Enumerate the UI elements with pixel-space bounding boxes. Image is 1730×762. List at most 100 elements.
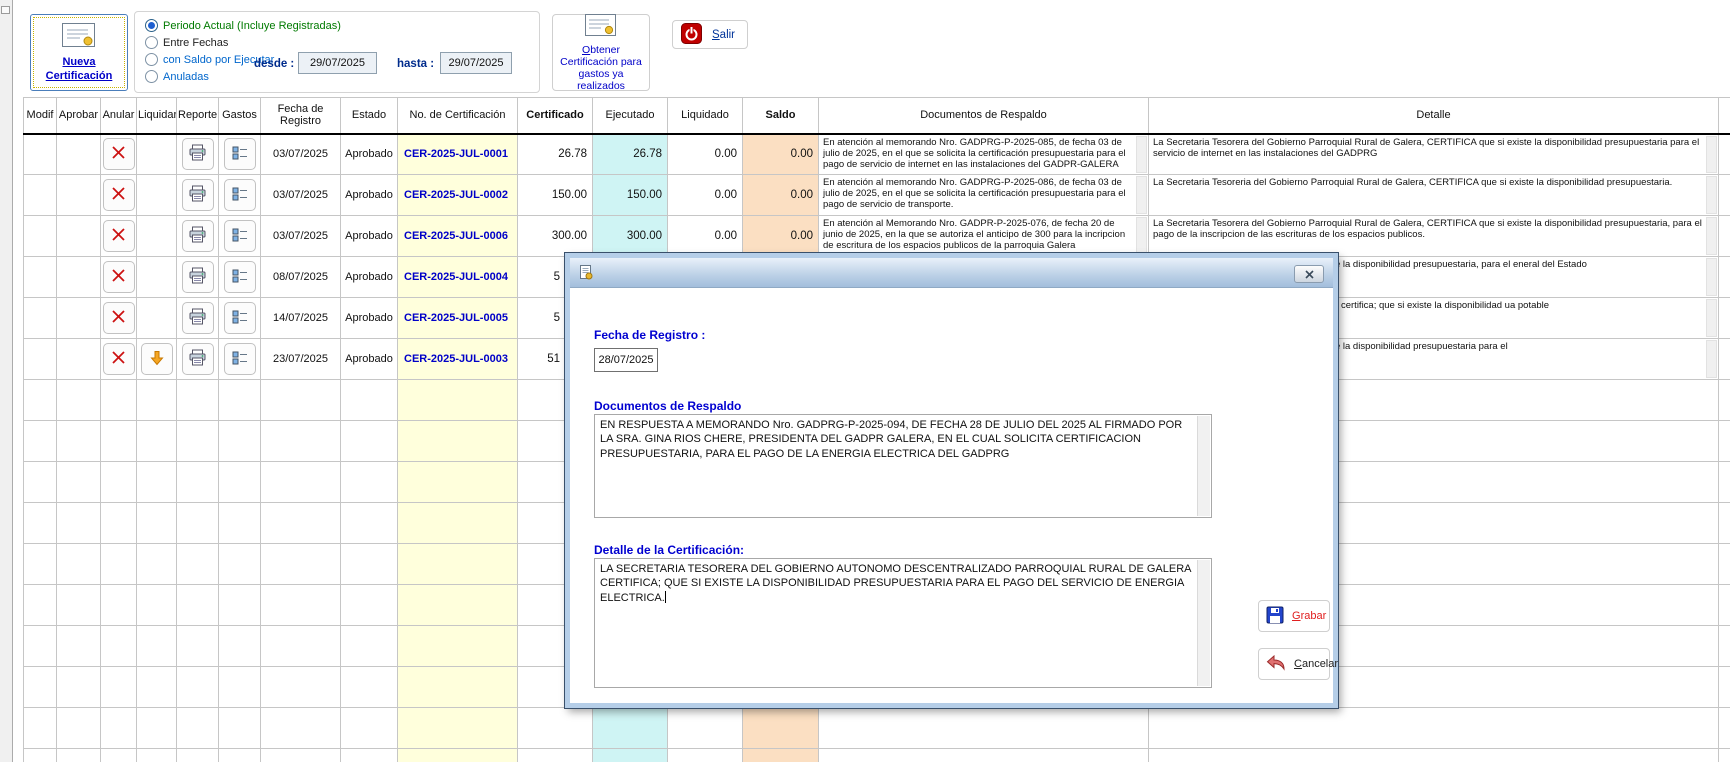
empty-cell [24, 462, 57, 503]
empty-cell [24, 380, 57, 421]
gastos-detail-button[interactable] [224, 138, 256, 170]
gastos-cell [219, 339, 261, 380]
reporte-printer-button[interactable] [182, 302, 214, 334]
gastos-detail-button[interactable] [224, 179, 256, 211]
reporte-printer-button[interactable] [182, 343, 214, 375]
liquidar-down-arrow-icon [149, 350, 165, 369]
panel-splitter-handle[interactable] [1, 6, 10, 14]
reporte-printer-button[interactable] [182, 261, 214, 293]
empty-cell [819, 708, 1149, 749]
empty-cell [341, 708, 398, 749]
radio-entre-fechas[interactable]: Entre Fechas [145, 36, 228, 49]
anular-cross-icon [111, 186, 126, 204]
hasta-date-input[interactable]: 29/07/2025 [440, 52, 512, 74]
cell-scrollbar[interactable] [1136, 136, 1147, 174]
empty-cell [1149, 749, 1719, 762]
empty-cell [24, 667, 57, 708]
reporte-printer-button[interactable] [182, 220, 214, 252]
empty-cell [101, 667, 137, 708]
certificado-cell: 300.00 [518, 216, 593, 257]
salir-button[interactable]: Salir [672, 20, 748, 49]
floppy-disk-icon [1266, 606, 1284, 627]
ejecutado-cell: 300.00 [593, 216, 668, 257]
modif-cell [24, 175, 57, 216]
certificacion-number-link[interactable]: CER-2025-JUL-0001 [398, 134, 518, 175]
detalle-certificacion-textarea[interactable]: LA SECRETARIA TESORERA DEL GOBIERNO AUTO… [594, 558, 1212, 688]
anular-cross-button[interactable] [103, 261, 135, 293]
empty-cell [398, 626, 518, 667]
cell-scrollbar[interactable] [1706, 176, 1717, 214]
anular-cross-button[interactable] [103, 343, 135, 375]
radio-anuladas[interactable]: Anuladas [145, 70, 209, 83]
certificacion-number-link[interactable]: CER-2025-JUL-0002 [398, 175, 518, 216]
empty-cell [261, 421, 341, 462]
fecha-registro-input[interactable]: 28/07/2025 [594, 348, 658, 372]
empty-cell [57, 667, 101, 708]
reporte-printer-button[interactable] [182, 179, 214, 211]
certificacion-number-link[interactable]: CER-2025-JUL-0003 [398, 339, 518, 380]
detalle-certificacion-label: Detalle de la Certificación: [594, 543, 744, 557]
empty-cell [101, 708, 137, 749]
reporte-printer-button[interactable] [182, 138, 214, 170]
saldo-cell: 0.00 [743, 175, 819, 216]
cell-scrollbar[interactable] [1136, 217, 1147, 255]
empty-cell [341, 421, 398, 462]
gastos-detail-button[interactable] [224, 220, 256, 252]
fecha-registro-cell: 23/07/2025 [261, 339, 341, 380]
certificacion-number-link[interactable]: CER-2025-JUL-0005 [398, 298, 518, 339]
gastos-detail-button[interactable] [224, 343, 256, 375]
empty-cell [137, 708, 177, 749]
anular-cross-button[interactable] [103, 302, 135, 334]
aprobar-cell [57, 216, 101, 257]
saldo-cell: 0.00 [743, 216, 819, 257]
column-header: Saldo [743, 98, 819, 134]
nueva-certificacion-button[interactable]: Nueva Certificación [30, 14, 128, 91]
anular-cross-button[interactable] [103, 220, 135, 252]
certificacion-number-link[interactable]: CER-2025-JUL-0006 [398, 216, 518, 257]
cell-scrollbar[interactable] [1706, 136, 1717, 174]
empty-cell [57, 421, 101, 462]
anular-cross-button[interactable] [103, 138, 135, 170]
radio-dot-icon [145, 19, 158, 32]
cell-scrollbar[interactable] [1136, 176, 1147, 214]
gastos-detail-button[interactable] [224, 261, 256, 293]
dialog-titlebar[interactable] [570, 258, 1333, 288]
liquidar-cell [137, 175, 177, 216]
certificate-icon [584, 13, 618, 41]
textarea-scrollbar[interactable] [1197, 560, 1210, 686]
gastos-detail-button[interactable] [224, 302, 256, 334]
reporte-printer-icon [189, 308, 206, 328]
empty-cell [1719, 585, 1730, 626]
obtener-certificacion-button[interactable]: Obtener Certificación para gastos ya rea… [552, 14, 650, 91]
textarea-scrollbar[interactable] [1197, 416, 1210, 516]
cell-scrollbar[interactable] [1706, 217, 1717, 255]
liquidar-down-arrow-button[interactable] [141, 343, 173, 375]
empty-cell [743, 749, 819, 762]
documentos-respaldo-textarea[interactable]: EN RESPUESTA A MEMORANDO Nro. GADPRG-P-2… [594, 414, 1212, 518]
close-icon[interactable] [1294, 265, 1324, 283]
empty-cell [219, 544, 261, 585]
empty-cell [518, 708, 593, 749]
cell-scrollbar[interactable] [1706, 340, 1717, 378]
anular-cross-button[interactable] [103, 179, 135, 211]
certificacion-number-link[interactable]: CER-2025-JUL-0004 [398, 257, 518, 298]
certificado-cell: 26.78 [518, 134, 593, 175]
desde-date-input[interactable]: 29/07/2025 [298, 52, 377, 74]
cell-scrollbar[interactable] [1706, 299, 1717, 337]
empty-cell [219, 708, 261, 749]
cancelar-label: Cancelar [1294, 658, 1338, 670]
grabar-button[interactable]: Grabar [1258, 600, 1330, 632]
liquidar-cell [137, 216, 177, 257]
desde-label: desde : [254, 58, 294, 70]
collapsed-side-panel[interactable] [0, 0, 13, 762]
empty-cell [57, 503, 101, 544]
certification-edit-dialog: Fecha de Registro : 28/07/2025 Documento… [565, 253, 1338, 708]
empty-cell [1719, 626, 1730, 667]
empty-cell [24, 585, 57, 626]
cancelar-button[interactable]: Cancelar [1258, 648, 1330, 680]
column-header: Liquidado [668, 98, 743, 134]
empty-cell [101, 544, 137, 585]
gastos-detail-icon [232, 350, 248, 369]
cell-scrollbar[interactable] [1706, 258, 1717, 296]
radio-periodo-actual[interactable]: Periodo Actual (Incluye Registradas) [145, 19, 341, 32]
